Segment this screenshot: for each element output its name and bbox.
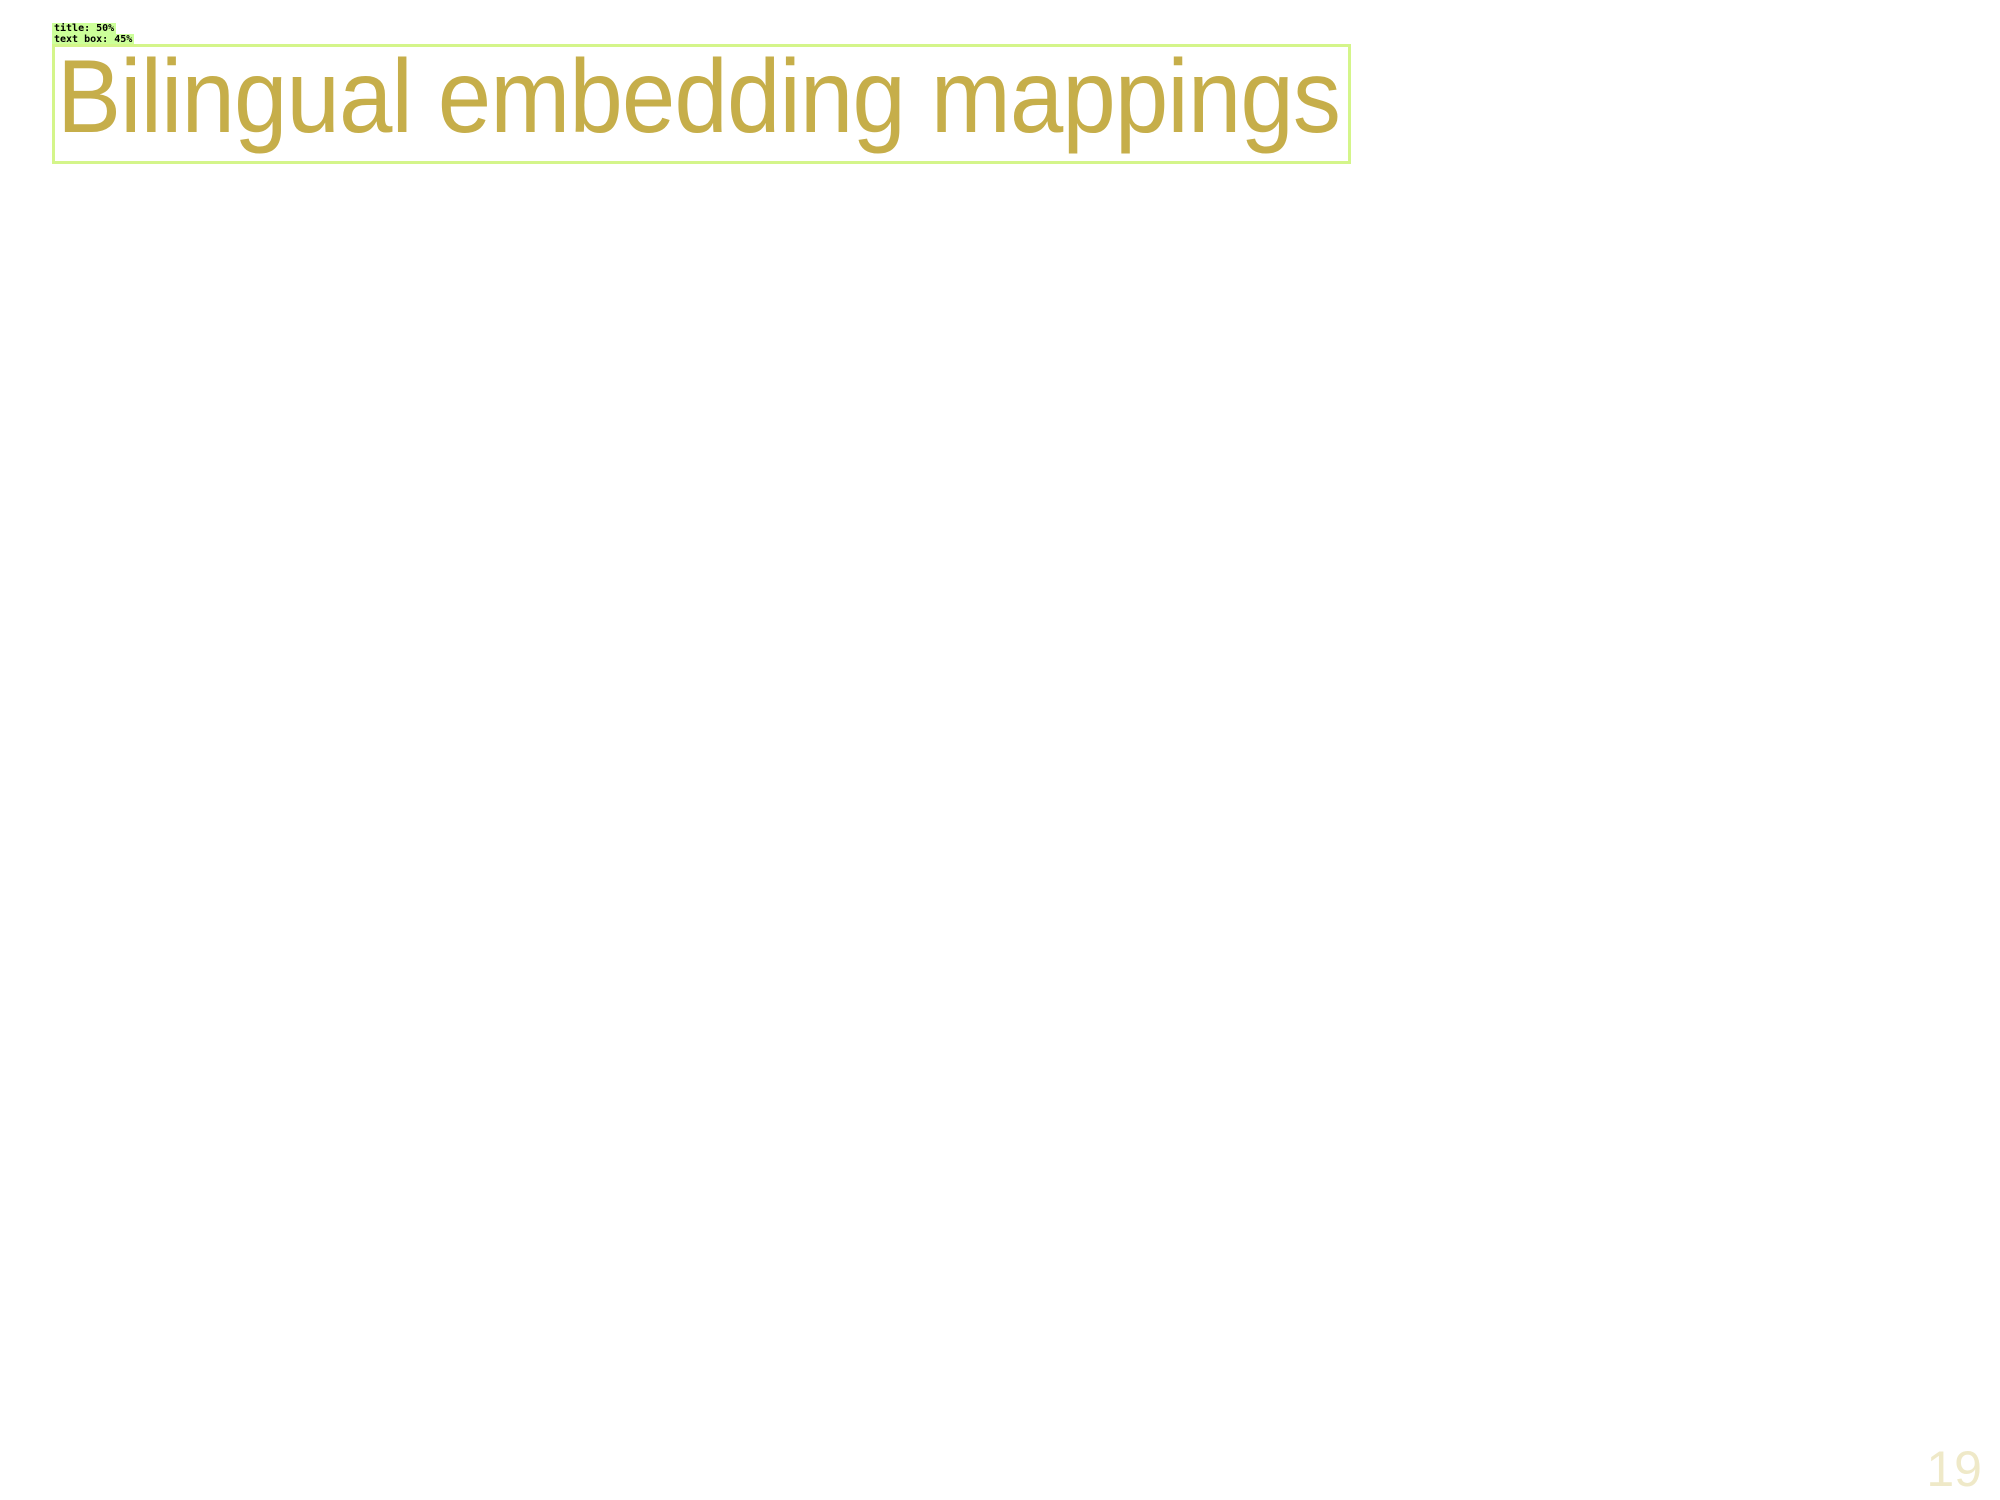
page-number: 19	[1926, 1441, 1982, 1497]
slide-title: Bilingual embedding mappings	[57, 39, 1341, 155]
title-overlay-label: title: 50%	[52, 23, 117, 34]
